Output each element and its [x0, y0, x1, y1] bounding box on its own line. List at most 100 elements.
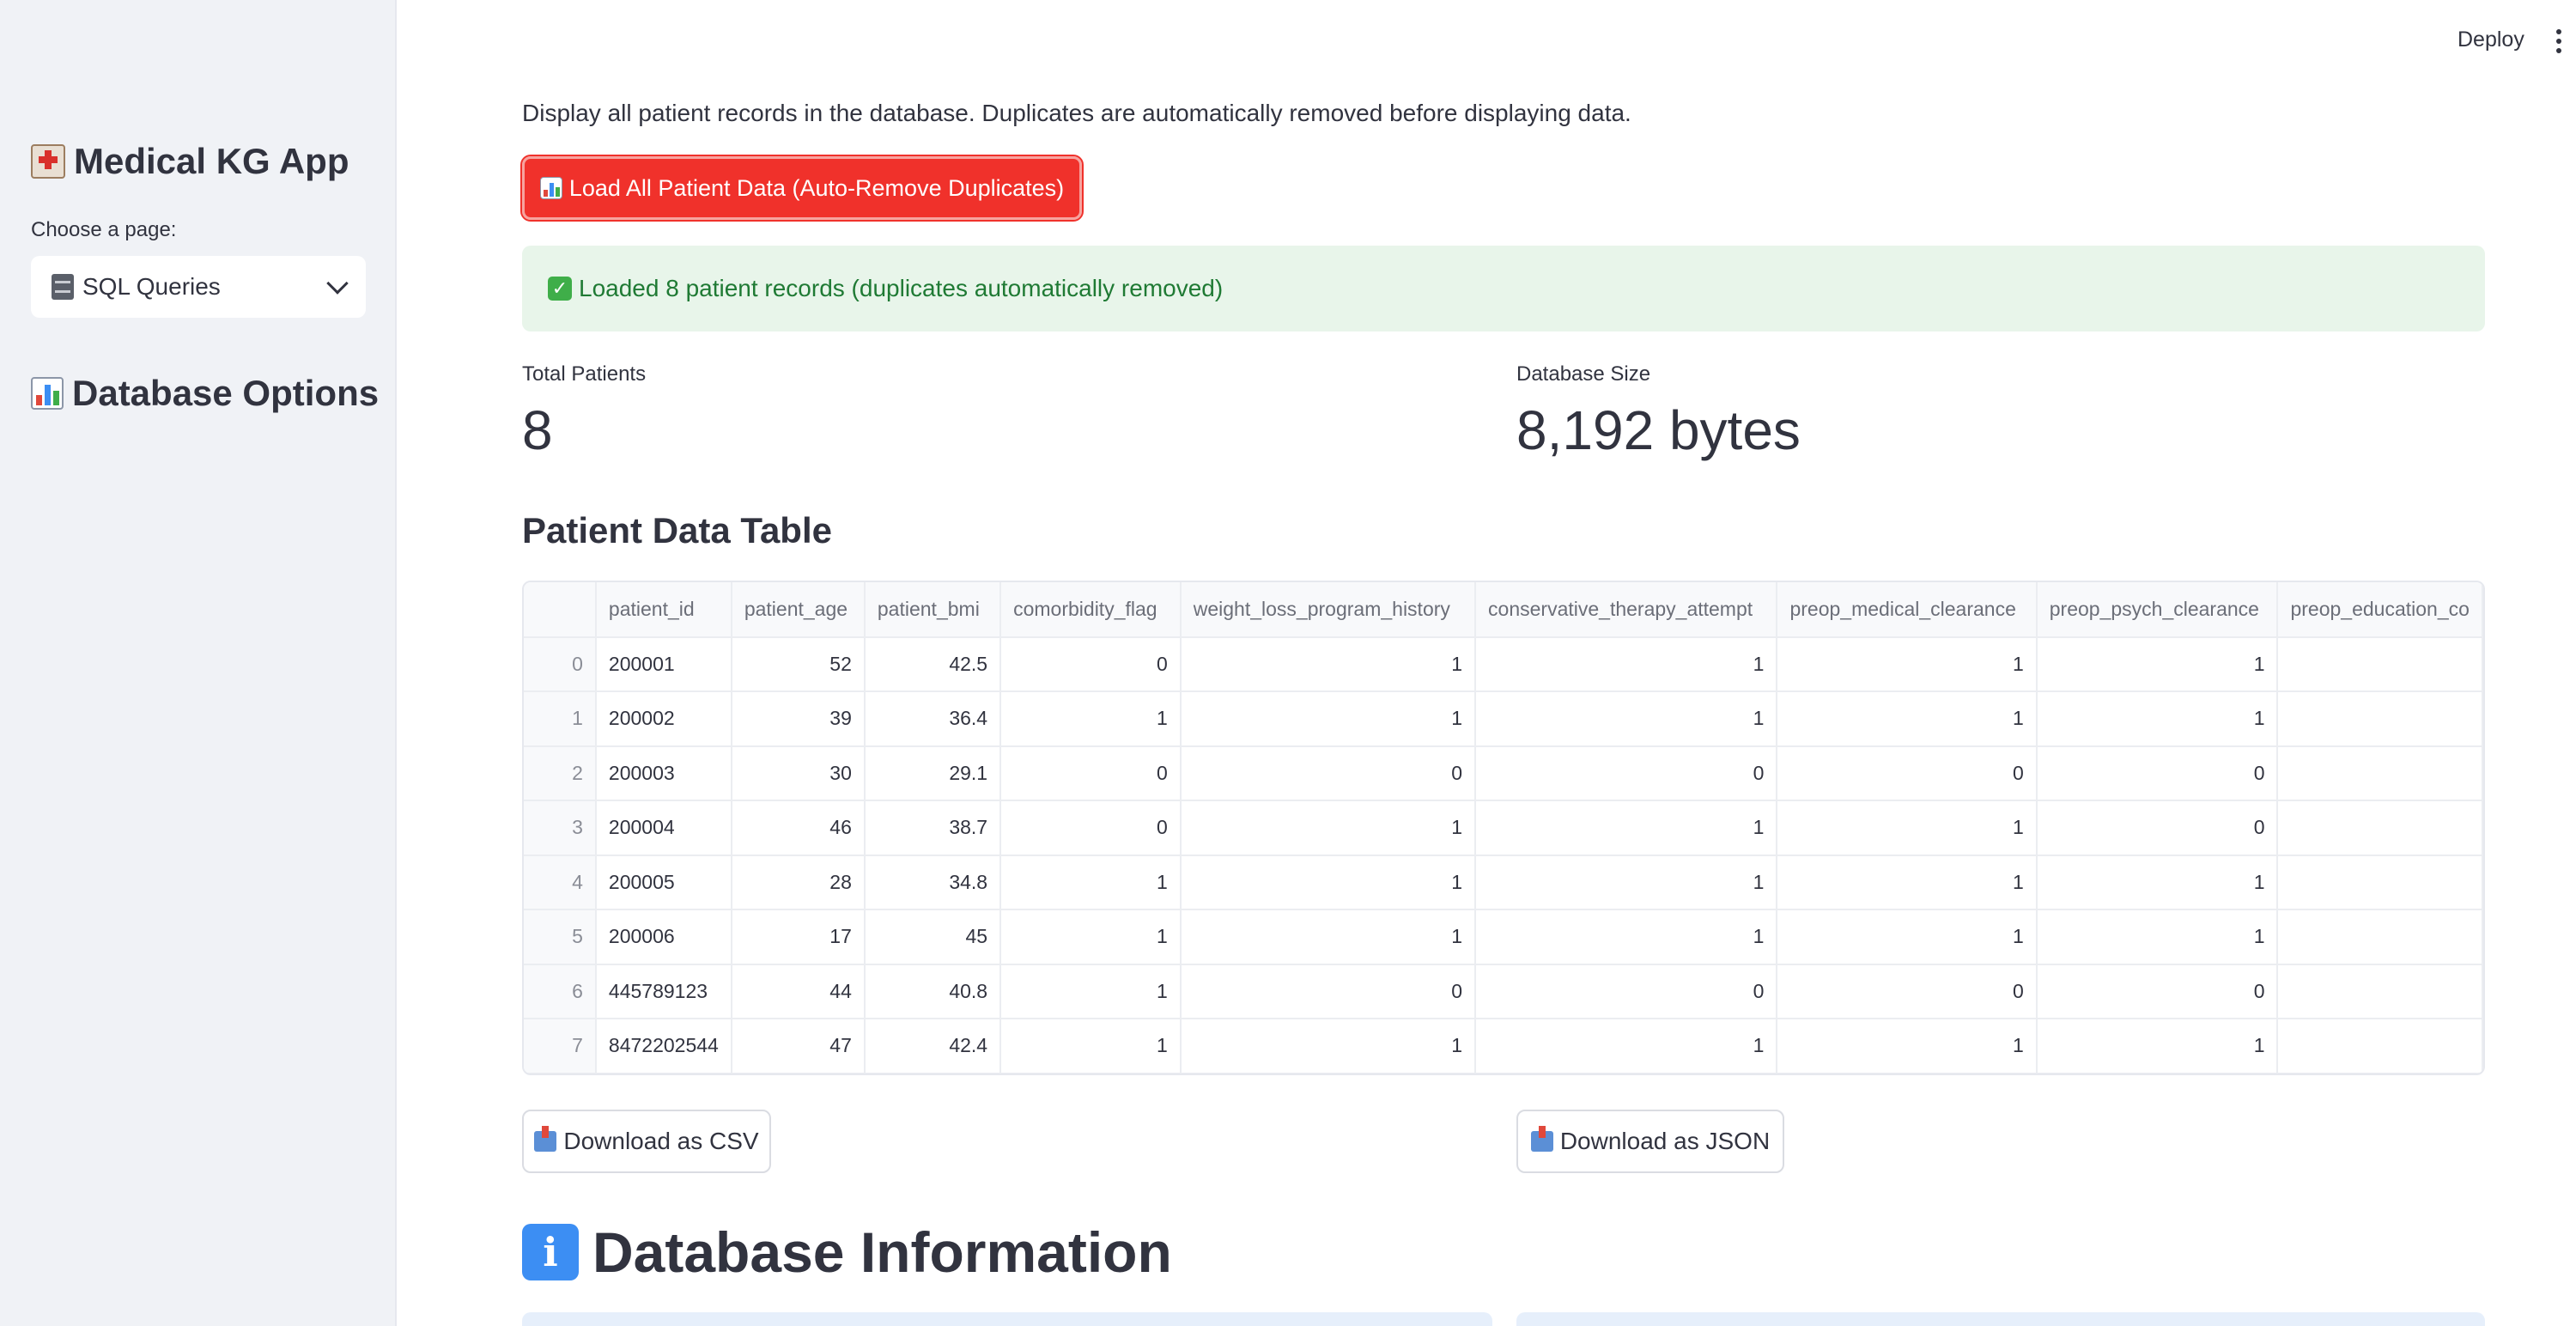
table-row[interactable]: 2 200003 30 29.1 0 0 0 0 0: [524, 745, 2483, 801]
table-cell[interactable]: 38.7: [864, 800, 1002, 856]
table-cell[interactable]: 1: [1475, 636, 1778, 692]
table-cell[interactable]: 29.1: [864, 745, 1002, 801]
table-cell[interactable]: [2277, 1019, 2483, 1074]
table-cell[interactable]: [2277, 909, 2483, 965]
load-patient-data-button[interactable]: Load All Patient Data (Auto-Remove Dupli…: [520, 155, 1084, 222]
table-cell[interactable]: 0: [2036, 800, 2279, 856]
data-grid[interactable]: patient_id patient_age patient_bmi comorbid…: [524, 582, 2483, 1074]
table-cell[interactable]: 1: [1475, 691, 1778, 747]
table-cell[interactable]: 0: [1000, 800, 1182, 856]
table-cell[interactable]: 1: [1777, 855, 2038, 910]
table-cell[interactable]: 36.4: [864, 691, 1002, 747]
table-cell[interactable]: 47: [731, 1019, 866, 1074]
table-cell[interactable]: 0: [2036, 964, 2279, 1019]
table-cell[interactable]: 0: [2036, 745, 2279, 801]
row-index[interactable]: 1: [524, 691, 597, 747]
table-cell[interactable]: 445789123: [595, 964, 732, 1019]
table-cell[interactable]: 1: [1180, 855, 1477, 910]
table-cell[interactable]: 28: [731, 855, 866, 910]
table-cell[interactable]: 30: [731, 745, 866, 801]
table-row[interactable]: 5 200006 17 45 1 1 1 1 1: [524, 909, 2483, 965]
table-row[interactable]: 4 200005 28 34.8 1 1 1 1 1: [524, 855, 2483, 910]
table-cell[interactable]: 200006: [595, 909, 732, 965]
table-cell[interactable]: 40.8: [864, 964, 1002, 1019]
table-cell[interactable]: [2277, 800, 2483, 856]
table-cell[interactable]: [2277, 636, 2483, 692]
row-index[interactable]: 5: [524, 909, 597, 965]
page-select[interactable]: SQL Queries: [31, 256, 366, 318]
table-cell[interactable]: 1: [1000, 1019, 1182, 1074]
column-header[interactable]: comorbidity_flag: [1000, 582, 1182, 638]
table-cell[interactable]: 1: [1000, 909, 1182, 965]
table-cell[interactable]: 0: [1475, 745, 1778, 801]
table-cell[interactable]: 0: [1777, 745, 2038, 801]
column-header[interactable]: patient_id: [595, 582, 732, 638]
table-cell[interactable]: 1: [1777, 1019, 2038, 1074]
table-row[interactable]: 3 200004 46 38.7 0 1 1 1 0: [524, 800, 2483, 856]
table-cell[interactable]: 1: [1475, 855, 1778, 910]
row-index[interactable]: 6: [524, 964, 597, 1019]
column-header[interactable]: preop_medical_clearance: [1777, 582, 2038, 638]
table-cell[interactable]: 200005: [595, 855, 732, 910]
table-cell[interactable]: 1: [1000, 691, 1182, 747]
table-cell[interactable]: 34.8: [864, 855, 1002, 910]
table-cell[interactable]: 8472202544: [595, 1019, 732, 1074]
column-header[interactable]: conservative_therapy_attempt: [1475, 582, 1778, 638]
table-cell[interactable]: 1: [1777, 691, 2038, 747]
column-header[interactable]: patient_age: [731, 582, 866, 638]
table-cell[interactable]: 1: [2036, 636, 2279, 692]
table-cell[interactable]: 0: [1000, 745, 1182, 801]
table-row[interactable]: 0 200001 52 42.5 0 1 1 1 1: [524, 636, 2483, 692]
table-row[interactable]: 1 200002 39 36.4 1 1 1 1 1: [524, 691, 2483, 747]
table-cell[interactable]: 1: [1475, 909, 1778, 965]
table-cell[interactable]: 1: [1475, 800, 1778, 856]
row-index[interactable]: 0: [524, 636, 597, 692]
table-cell[interactable]: 1: [1475, 1019, 1778, 1074]
download-json-button[interactable]: Download as JSON: [1516, 1110, 1784, 1173]
row-index[interactable]: 3: [524, 800, 597, 856]
table-cell[interactable]: 46: [731, 800, 866, 856]
table-cell[interactable]: 1: [1180, 1019, 1477, 1074]
column-header[interactable]: preop_psych_clearance: [2036, 582, 2279, 638]
table-cell[interactable]: 42.5: [864, 636, 1002, 692]
column-header[interactable]: patient_bmi: [864, 582, 1002, 638]
table-cell[interactable]: 1: [1180, 691, 1477, 747]
table-cell[interactable]: 1: [2036, 691, 2279, 747]
table-cell[interactable]: 1: [2036, 909, 2279, 965]
column-header[interactable]: weight_loss_program_history: [1180, 582, 1477, 638]
table-cell[interactable]: 0: [1475, 964, 1778, 1019]
row-index[interactable]: 2: [524, 745, 597, 801]
column-header[interactable]: preop_education_co: [2277, 582, 2483, 638]
row-index[interactable]: 7: [524, 1019, 597, 1074]
table-cell[interactable]: 1: [1180, 636, 1477, 692]
table-cell[interactable]: 42.4: [864, 1019, 1002, 1074]
table-cell[interactable]: 0: [1777, 964, 2038, 1019]
deploy-button[interactable]: Deploy: [2458, 27, 2524, 52]
table-cell[interactable]: 200001: [595, 636, 732, 692]
table-cell[interactable]: 39: [731, 691, 866, 747]
table-cell[interactable]: 0: [1180, 745, 1477, 801]
table-cell[interactable]: [2277, 745, 2483, 801]
table-cell[interactable]: 1: [1777, 909, 2038, 965]
table-cell[interactable]: 1: [1180, 800, 1477, 856]
table-cell[interactable]: 1: [2036, 855, 2279, 910]
table-cell[interactable]: 1: [1180, 909, 1477, 965]
table-cell[interactable]: 17: [731, 909, 866, 965]
table-cell[interactable]: 200002: [595, 691, 732, 747]
table-cell[interactable]: 0: [1180, 964, 1477, 1019]
table-cell[interactable]: [2277, 964, 2483, 1019]
table-row[interactable]: 7 8472202544 47 42.4 1 1 1 1 1: [524, 1019, 2483, 1074]
table-cell[interactable]: 44: [731, 964, 866, 1019]
table-cell[interactable]: 1: [1000, 964, 1182, 1019]
table-cell[interactable]: 1: [1777, 636, 2038, 692]
table-cell[interactable]: 1: [2036, 1019, 2279, 1074]
row-index[interactable]: 4: [524, 855, 597, 910]
download-csv-button[interactable]: Download as CSV: [522, 1110, 771, 1173]
table-cell[interactable]: 0: [1000, 636, 1182, 692]
table-cell[interactable]: 52: [731, 636, 866, 692]
table-cell[interactable]: 1: [1000, 855, 1182, 910]
table-cell[interactable]: [2277, 855, 2483, 910]
table-cell[interactable]: 200003: [595, 745, 732, 801]
table-cell[interactable]: 200004: [595, 800, 732, 856]
table-cell[interactable]: 45: [864, 909, 1002, 965]
